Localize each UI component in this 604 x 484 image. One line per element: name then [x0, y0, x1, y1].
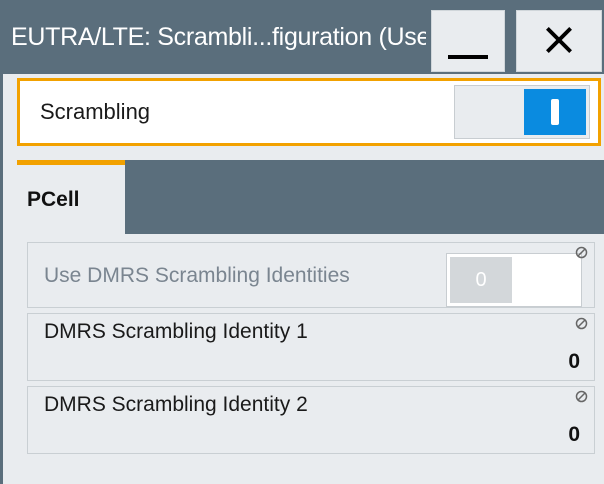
minimize-button[interactable] — [431, 10, 505, 72]
dmrs-identity-2-label: DMRS Scrambling Identity 2 — [44, 393, 308, 416]
toggle-on-icon — [551, 99, 559, 125]
scrambling-toggle[interactable] — [454, 85, 590, 139]
dialog-window: EUTRA/LTE: Scrambli...figuration (User 1… — [0, 0, 604, 484]
close-button[interactable] — [516, 10, 602, 72]
window-title: EUTRA/LTE: Scrambli...figuration (User 1… — [11, 23, 426, 51]
use-dmrs-label: Use DMRS Scrambling Identities — [44, 264, 350, 287]
use-dmrs-toggle[interactable]: 0 — [446, 253, 582, 307]
close-icon — [546, 27, 572, 54]
dmrs-identity-1-label: DMRS Scrambling Identity 1 — [44, 320, 308, 343]
scrambling-row: Scrambling — [17, 78, 601, 146]
toggle-on-knob — [524, 89, 586, 135]
not-editable-icon — [575, 317, 588, 330]
dmrs-identity-1-value[interactable]: 0 — [568, 350, 580, 374]
dmrs-identity-2-value[interactable]: 0 — [568, 423, 580, 447]
dmrs-identity-2-field: DMRS Scrambling Identity 2 0 — [27, 386, 595, 454]
tab-pcell[interactable]: PCell — [17, 160, 125, 234]
tab-strip: PCell — [17, 160, 604, 234]
title-bar: EUTRA/LTE: Scrambli...figuration (User 1… — [3, 0, 604, 74]
minimize-icon — [448, 55, 488, 59]
not-editable-icon — [575, 246, 588, 259]
dmrs-identity-1-field: DMRS Scrambling Identity 1 0 — [27, 313, 595, 381]
tab-pcell-label: PCell — [27, 188, 80, 211]
scrambling-label: Scrambling — [40, 99, 151, 124]
use-dmrs-toggle-value: 0 — [450, 257, 512, 303]
not-editable-icon — [575, 390, 588, 403]
use-dmrs-field: Use DMRS Scrambling Identities 0 — [27, 242, 595, 308]
